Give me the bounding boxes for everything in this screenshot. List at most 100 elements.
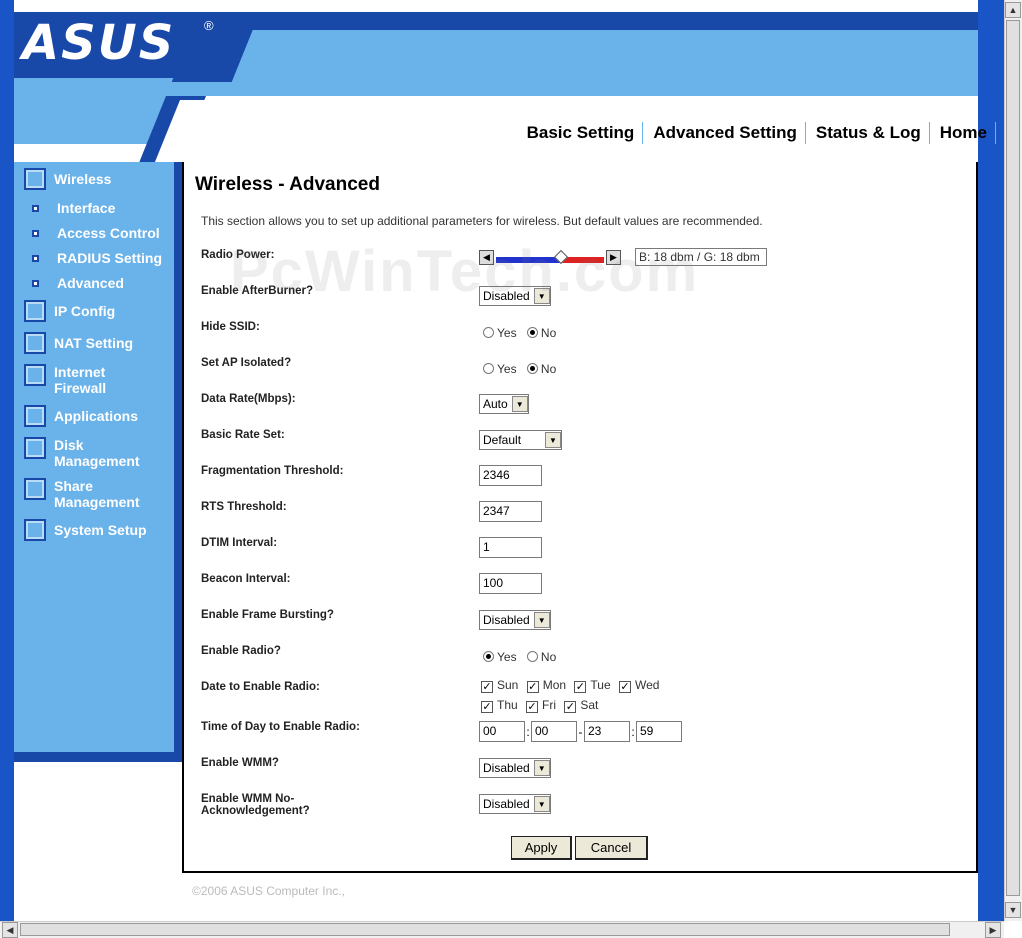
radio-label: No: [540, 326, 557, 340]
start-minute-input[interactable]: 00: [531, 721, 577, 742]
sidebar-item-ip-config[interactable]: IP Config: [24, 300, 115, 322]
sidebar-bottom-bar: [14, 752, 182, 762]
day-sun-checkbox[interactable]: ✓: [481, 681, 493, 693]
data-rate-select[interactable]: Auto ▼: [479, 394, 529, 414]
dtim-wrap: 1: [479, 537, 542, 558]
apply-button[interactable]: Apply: [511, 836, 572, 860]
cancel-button[interactable]: Cancel: [575, 836, 648, 860]
topnav-status-log[interactable]: Status & Log: [806, 122, 930, 144]
frag-threshold-label: Fragmentation Threshold:: [201, 465, 344, 477]
wmm-label: Enable WMM?: [201, 757, 279, 769]
topnav-home[interactable]: Home: [930, 122, 996, 144]
checkbox-label: Wed: [634, 678, 660, 692]
radio-days-label: Date to Enable Radio:: [201, 681, 320, 693]
rts-threshold-input[interactable]: 2347: [479, 501, 542, 522]
wmm-noack-select[interactable]: Disabled ▼: [479, 794, 551, 814]
sidebar-sub-advanced[interactable]: Advanced: [32, 275, 124, 291]
sidebar-item-system-setup[interactable]: System Setup: [24, 519, 147, 541]
hide-ssid-label: Hide SSID:: [201, 321, 260, 333]
checkbox-label: Tue: [590, 678, 611, 692]
data-rate-value: Auto: [483, 397, 508, 411]
horizontal-scroll-thumb[interactable]: [20, 923, 950, 936]
sidebar-item-nat-setting[interactable]: NAT Setting: [24, 332, 133, 354]
dtim-label: DTIM Interval:: [201, 537, 278, 549]
sidebar-item-share-management[interactable]: Share Management: [24, 478, 154, 510]
basic-rate-wrap: Default ▼: [479, 430, 562, 450]
radio-time-inputs: 00 : 00 - 23 : 59: [479, 721, 682, 742]
scroll-up-icon[interactable]: ▲: [1005, 2, 1021, 18]
sidebar-sub-access-control[interactable]: Access Control: [32, 225, 160, 241]
sidebar-item-disk-management[interactable]: Disk Management: [24, 437, 154, 469]
frag-threshold-wrap: 2346: [479, 465, 542, 486]
frame-bursting-label: Enable Frame Bursting?: [201, 609, 334, 621]
enable-radio-no-radio[interactable]: [526, 651, 538, 662]
basic-rate-label: Basic Rate Set:: [201, 429, 285, 441]
enable-radio-label: Enable Radio?: [201, 645, 281, 657]
radio-label: No: [540, 650, 557, 664]
basic-rate-select[interactable]: Default ▼: [479, 430, 562, 450]
end-minute-input[interactable]: 59: [636, 721, 682, 742]
ap-isolated-radios: Yes No: [479, 362, 559, 376]
hide-ssid-radios: Yes No: [479, 326, 559, 340]
start-hour-input[interactable]: 00: [479, 721, 525, 742]
bullet-icon: [32, 254, 39, 262]
header-light-band-top: [200, 30, 978, 96]
scroll-down-icon[interactable]: ▼: [1005, 902, 1021, 918]
dtim-input[interactable]: 1: [479, 537, 542, 558]
hide-ssid-no-radio[interactable]: [526, 327, 538, 338]
footer-copyright: ©2006 ASUS Computer Inc.,: [192, 884, 345, 898]
frame-left: [0, 0, 14, 921]
sidebar-sub-radius-setting[interactable]: RADIUS Setting: [32, 250, 162, 266]
beacon-input[interactable]: 100: [479, 573, 542, 594]
day-fri-checkbox[interactable]: ✓: [526, 701, 539, 713]
frag-threshold-input[interactable]: 2346: [479, 465, 542, 486]
checkbox-label: Sun: [497, 678, 519, 692]
radio-time-label: Time of Day to Enable Radio:: [201, 721, 360, 733]
wmm-select[interactable]: Disabled ▼: [479, 758, 551, 778]
radio-label: No: [540, 362, 557, 376]
day-thu-checkbox[interactable]: ✓: [481, 701, 493, 713]
menu-box-icon: [24, 478, 46, 500]
scroll-right-icon[interactable]: ▶: [985, 922, 1001, 938]
sidebar: Wireless Interface Access Control RADIUS…: [14, 162, 174, 752]
topnav-advanced-setting[interactable]: Advanced Setting: [643, 122, 806, 144]
hide-ssid-yes-radio[interactable]: [483, 327, 494, 338]
bullet-icon: [32, 279, 39, 287]
wmm-noack-label-line2: Acknowledgement?: [201, 805, 310, 817]
sidebar-sub-interface[interactable]: Interface: [32, 200, 115, 216]
rts-threshold-wrap: 2347: [479, 501, 542, 522]
frame-bursting-value: Disabled: [483, 613, 530, 627]
ap-isolated-no-radio[interactable]: [526, 363, 538, 374]
scroll-left-icon[interactable]: ◀: [2, 922, 18, 938]
beacon-wrap: 100: [479, 573, 542, 594]
topnav-basic-setting[interactable]: Basic Setting: [517, 122, 644, 144]
vertical-scroll-thumb[interactable]: [1006, 20, 1020, 896]
day-mon-checkbox[interactable]: ✓: [526, 681, 539, 693]
chevron-down-icon: ▼: [533, 760, 550, 776]
sidebar-item-applications[interactable]: Applications: [24, 405, 138, 427]
sidebar-item-wireless[interactable]: Wireless: [24, 168, 111, 190]
checkbox-label: Mon: [542, 678, 567, 692]
chevron-down-icon: ▼: [511, 396, 528, 412]
menu-box-icon: [24, 519, 46, 541]
frame-bursting-wrap: Disabled ▼: [479, 610, 551, 630]
day-wed-checkbox[interactable]: ✓: [618, 681, 631, 693]
registered-mark: ®: [204, 18, 214, 33]
day-sat-checkbox[interactable]: ✓: [564, 701, 577, 713]
day-tue-checkbox[interactable]: ✓: [574, 681, 587, 693]
enable-radio-yes-radio[interactable]: [483, 651, 494, 662]
sidebar-item-internet-firewall[interactable]: Internet Firewall: [24, 364, 134, 396]
checkbox-label: Thu: [497, 698, 518, 712]
data-rate-wrap: Auto ▼: [479, 394, 529, 414]
end-hour-input[interactable]: 23: [584, 721, 630, 742]
ap-isolated-yes-radio[interactable]: [483, 363, 494, 374]
wmm-noack-label-line1: Enable WMM No-: [201, 793, 295, 805]
checkbox-label: Sat: [580, 698, 599, 712]
chevron-down-icon: ▼: [533, 796, 550, 812]
frame-bursting-select[interactable]: Disabled ▼: [479, 610, 551, 630]
top-navigation: Basic Setting Advanced Setting Status & …: [517, 122, 996, 144]
wmm-noack-label: Enable WMM No- Acknowledgement?: [201, 793, 310, 817]
menu-box-icon: [24, 300, 46, 322]
wmm-noack-wrap: Disabled ▼: [479, 794, 551, 814]
intro-text: This section allows you to set up additi…: [201, 214, 763, 228]
